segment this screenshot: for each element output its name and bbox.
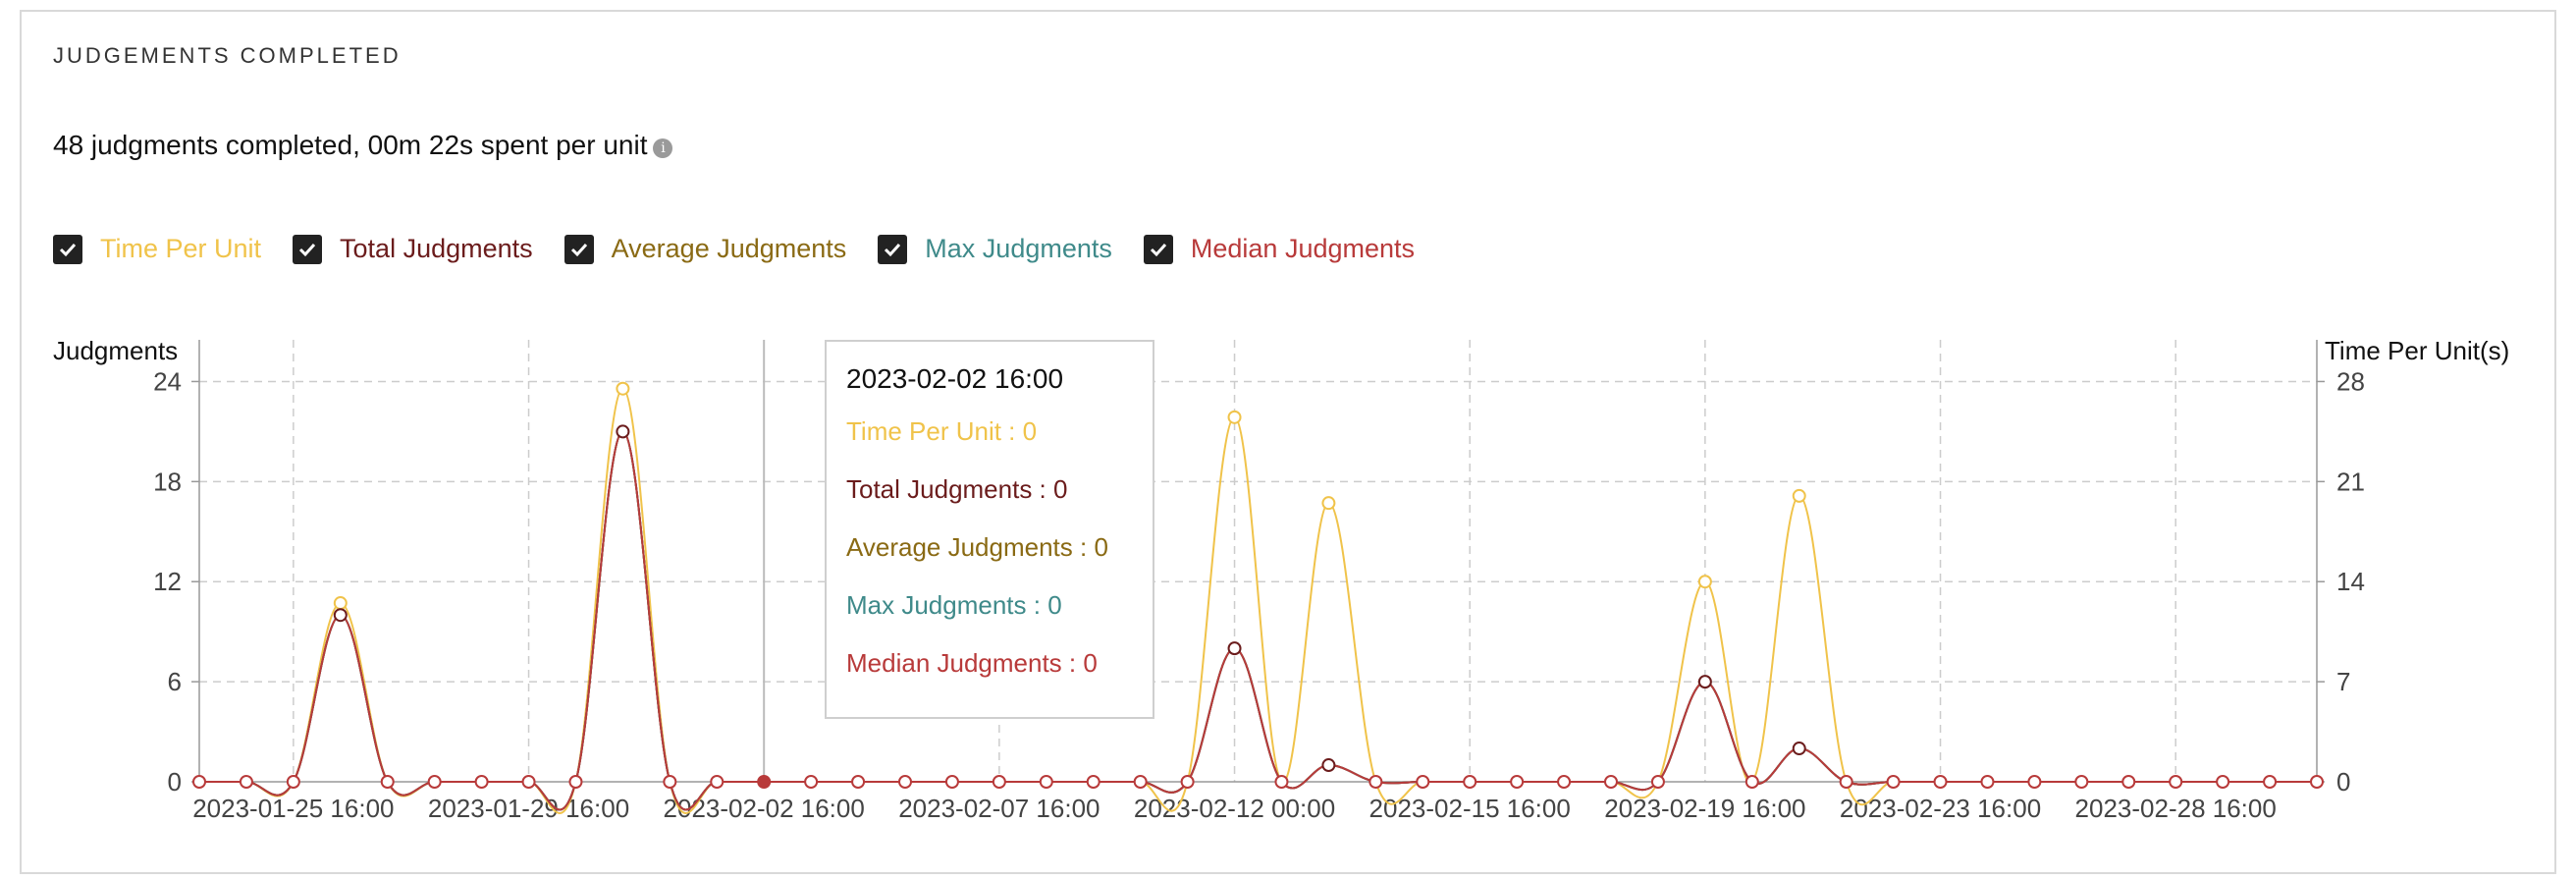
data-point (1510, 775, 1525, 789)
series-line-max-judgments (199, 430, 2317, 811)
tooltip-row: Max Judgments : 0 (846, 590, 1062, 620)
y-right-tick-label: 7 (2336, 667, 2350, 696)
data-point (1980, 775, 1995, 789)
series-line-total-judgments (199, 430, 2317, 811)
y-left-tick-label: 18 (153, 467, 182, 496)
data-point (944, 775, 959, 789)
x-tick-label: 2023-02-19 16:00 (1604, 794, 1805, 823)
series-line-average-judgments (199, 430, 2317, 811)
data-point (333, 596, 348, 611)
data-point (757, 775, 772, 789)
data-point (851, 775, 866, 789)
data-point (239, 775, 253, 789)
y-right-tick-label: 14 (2336, 567, 2365, 596)
data-point (898, 775, 912, 789)
series-line-time-per-unit (199, 387, 2317, 814)
data-point (663, 775, 677, 789)
data-point (2121, 775, 2136, 789)
chart-tooltip: 2023-02-02 16:00 Time Per Unit : 0 Total … (825, 340, 1154, 719)
judgments-chart: 0 6 12 18 24 0 7 14 21 28 2023-01-25 16:00 2023-01-… (53, 336, 2509, 823)
x-tick-label: 2023-02-12 00:00 (1134, 794, 1335, 823)
data-point (710, 775, 724, 789)
data-point (1133, 775, 1148, 789)
data-point (474, 775, 489, 789)
data-point (2216, 775, 2230, 789)
data-point (568, 775, 583, 789)
data-point (1650, 775, 1665, 789)
data-point (1180, 775, 1195, 789)
data-point (616, 381, 630, 396)
y-right-tick-label: 28 (2336, 366, 2365, 396)
data-point (1321, 496, 1336, 511)
data-point (1792, 742, 1806, 756)
x-tick-label: 2023-01-25 16:00 (192, 794, 394, 823)
data-point (992, 775, 1006, 789)
data-point (1274, 775, 1289, 789)
y-right-axis-title: Time Per Unit(s) (2325, 336, 2509, 365)
tooltip-title: 2023-02-02 16:00 (846, 363, 1064, 394)
data-point (1604, 775, 1618, 789)
data-point (1463, 775, 1477, 789)
x-tick-label: 2023-02-23 16:00 (1840, 794, 2041, 823)
x-tick-label: 2023-01-29 16:00 (428, 794, 629, 823)
data-point (1792, 488, 1806, 503)
data-point (1321, 758, 1336, 773)
y-left-tick-label: 0 (168, 767, 182, 797)
data-point (1227, 410, 1242, 424)
y-left-tick-label: 6 (168, 667, 182, 696)
x-tick-label: 2023-02-07 16:00 (898, 794, 1100, 823)
data-point (2310, 775, 2324, 789)
data-point (1227, 641, 1242, 656)
data-point (2169, 775, 2183, 789)
y-right-tick-label: 0 (2336, 767, 2350, 797)
y-left-tick-label: 12 (153, 567, 182, 596)
data-point (1697, 675, 1712, 689)
x-tick-label: 2023-02-15 16:00 (1369, 794, 1571, 823)
data-point (1744, 775, 1759, 789)
data-point (2074, 775, 2089, 789)
x-tick-label: 2023-02-28 16:00 (2075, 794, 2277, 823)
data-point (427, 775, 442, 789)
data-point (2263, 775, 2278, 789)
data-point (1368, 775, 1383, 789)
data-point (1416, 775, 1430, 789)
data-point (1086, 775, 1100, 789)
data-point (192, 775, 206, 789)
data-point (1557, 775, 1572, 789)
data-point (1039, 775, 1053, 789)
data-point (804, 775, 819, 789)
tooltip-row: Time Per Unit : 0 (846, 416, 1038, 446)
data-point (333, 608, 348, 623)
y-left-tick-label: 24 (153, 366, 182, 396)
data-point (380, 775, 395, 789)
data-point (1886, 775, 1901, 789)
series-line-median-judgments (199, 430, 2317, 811)
data-point (1697, 575, 1712, 589)
data-point (616, 424, 630, 439)
tooltip-row: Median Judgments : 0 (846, 648, 1098, 678)
data-point (521, 775, 536, 789)
tooltip-row: Total Judgments : 0 (846, 474, 1068, 504)
data-point (286, 775, 300, 789)
tooltip-row: Average Judgments : 0 (846, 532, 1108, 562)
data-point (1839, 775, 1853, 789)
y-left-axis-title: Judgments (53, 336, 178, 365)
data-point (1933, 775, 1948, 789)
y-right-tick-label: 21 (2336, 467, 2365, 496)
data-point (2027, 775, 2042, 789)
